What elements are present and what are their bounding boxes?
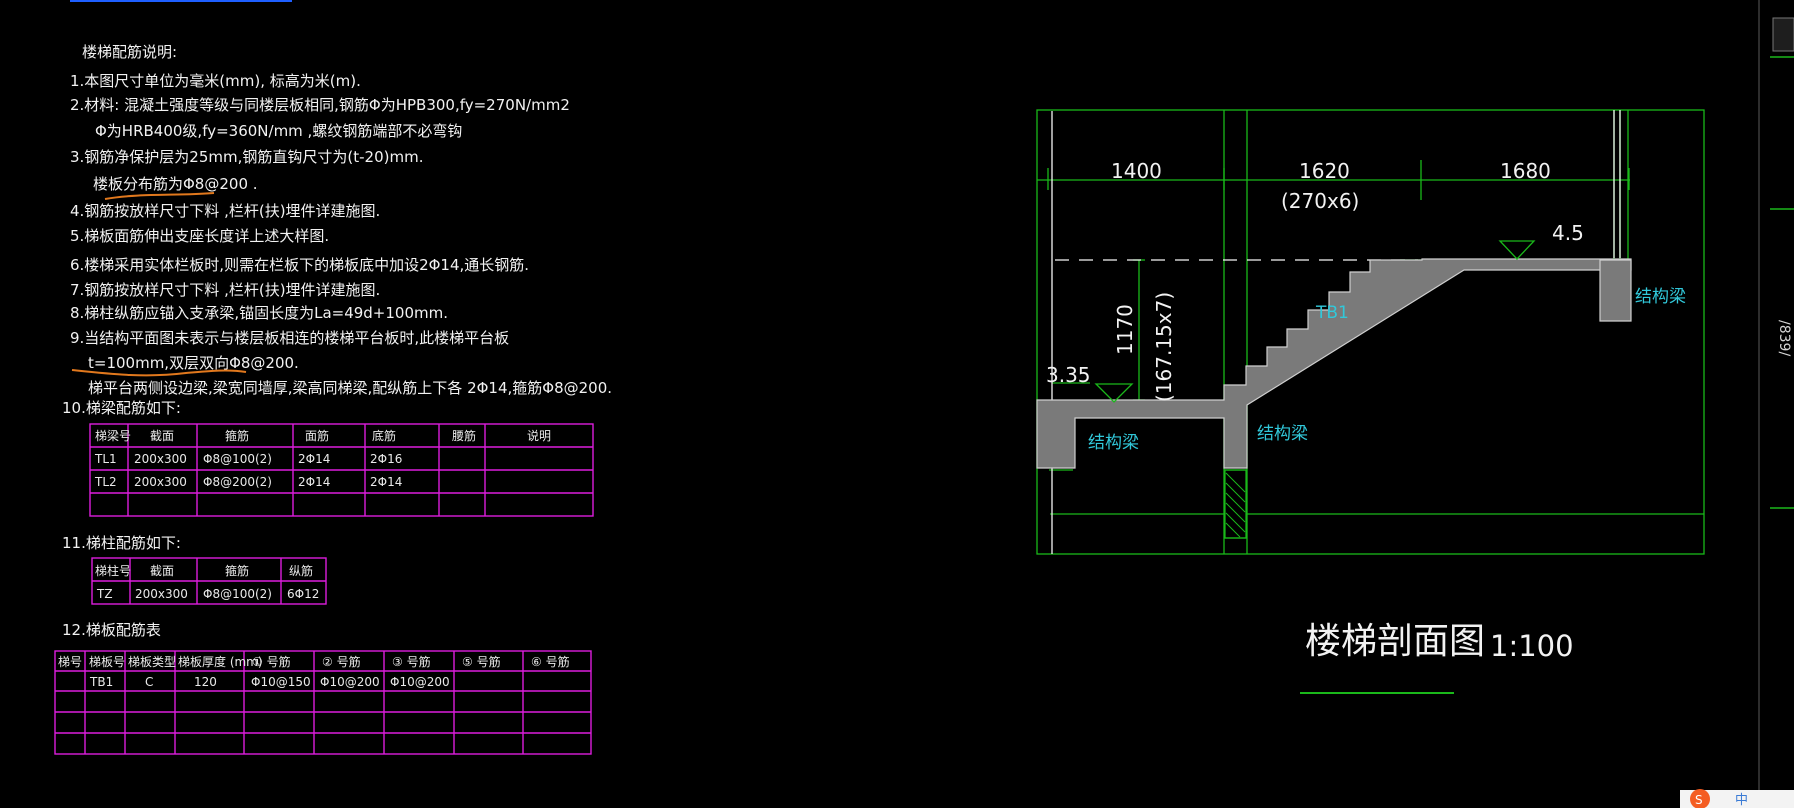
note-line: 9.当结构平面图未表示与楼层板相连的楼梯平台板时,此楼梯平台板 (70, 329, 509, 347)
slab-table-cell: Φ10@150 (251, 675, 311, 689)
beam-table-cell: 2Φ16 (370, 452, 402, 466)
column-table-heading: 11.梯柱配筋如下: (62, 534, 181, 552)
notes-heading: 楼梯配筋说明: (82, 43, 177, 61)
dimension-1680: 1680 (1500, 159, 1551, 183)
beam-table-header: 底筋 (372, 428, 396, 443)
right-scroll-handle[interactable] (1772, 17, 1794, 52)
slab-table-header: ⑤ 号筋 (462, 654, 501, 669)
slab-table-header: 梯号 (58, 655, 82, 669)
beam-table-header: 截面 (150, 429, 174, 443)
note-line: 6.楼梯采用实体栏板时,则需在栏板下的梯板底中加设2Φ14,通长钢筋. (70, 256, 529, 274)
height-spec-label: (167.15x7) (1152, 292, 1176, 402)
column-table-cell: Φ8@100(2) (203, 587, 272, 601)
dimension-1400: 1400 (1111, 159, 1162, 183)
slab-table-header: 梯板号 (89, 655, 125, 669)
column-table-cell: 200x300 (135, 587, 188, 601)
section-scale: 1:100 (1490, 629, 1574, 663)
dimension-1620: 1620 (1299, 159, 1350, 183)
slab-table-header: 梯板厚度 (mm) (178, 654, 263, 669)
section-title: 楼梯剖面图 (1305, 621, 1485, 662)
beam-table-cell: 200x300 (134, 452, 187, 466)
slab-table-header: ③ 号筋 (392, 654, 431, 669)
beam-table-cell: TL1 (94, 452, 117, 466)
beam-table-cell: TL2 (94, 475, 117, 489)
note-line: 5.梯板面筋伸出支座长度详上述大样图. (70, 227, 329, 245)
slab-table-header: ② 号筋 (322, 654, 361, 669)
slab-table-heading: 12.梯板配筋表 (62, 621, 161, 639)
note-line: t=100mm,双层双向Φ8@200. (88, 354, 299, 372)
note-line: 1.本图尺寸单位为毫米(mm), 标高为米(m). (70, 72, 361, 90)
ime-language-text[interactable]: 中 (1735, 793, 1748, 808)
beam-label-middle: 结构梁 (1257, 424, 1308, 444)
beam-table-cell: Φ8@100(2) (203, 452, 272, 466)
beam-label-left: 结构梁 (1088, 433, 1139, 453)
column-table-header: 纵筋 (289, 563, 313, 578)
beam-table-heading: 10.梯梁配筋如下: (62, 399, 181, 417)
slab-table-header: 梯板类型 (128, 655, 176, 669)
beam-table-header: 箍筋 (225, 428, 249, 443)
tb1-label: TB1 (1315, 303, 1349, 323)
note-line: 8.梯柱纵筋应锚入支承梁,锚固长度为La=49d+100mm. (70, 304, 448, 322)
beam-table-header: 梯梁号 (95, 428, 131, 443)
beam-table-header: 腰筋 (452, 428, 476, 443)
note-line: 7.钢筋按放样尺寸下料 ,栏杆(扶)埋件详建施图. (70, 281, 380, 299)
slab-table-cell: Φ10@200 (390, 675, 450, 689)
note-line: 4.钢筋按放样尺寸下料 ,栏杆(扶)埋件详建施图. (70, 202, 380, 220)
note-line: 2.材料: 混凝土强度等级与同楼层板相同,钢筋Φ为HPB300,fy=270N/… (70, 96, 570, 114)
note-line: 楼板分布筋为Φ8@200 . (93, 175, 258, 193)
beam-table-cell: 2Φ14 (298, 452, 330, 466)
note-line: Φ为HRB400级,fy=360N/mm ,螺纹钢筋端部不必弯钩 (95, 122, 462, 140)
cad-drawing-canvas[interactable]: 楼梯配筋说明: 1.本图尺寸单位为毫米(mm), 标高为米(m). 2.材料: … (0, 0, 1794, 808)
right-panel (1768, 0, 1794, 808)
sidebar-label: /839/ (1776, 320, 1792, 356)
beam-table-cell: Φ8@200(2) (203, 475, 272, 489)
slab-table-cell: C (145, 675, 153, 689)
beam-table-cell: 200x300 (134, 475, 187, 489)
column-table-header: 截面 (150, 564, 174, 578)
slab-table-cell: Φ10@200 (320, 675, 380, 689)
ime-logo-text: S (1695, 793, 1703, 807)
upper-elevation: 4.5 (1552, 221, 1584, 245)
beam-table-header: 说明 (527, 428, 551, 443)
slab-table-header: ① 号筋 (252, 654, 291, 669)
note-line: 3.钢筋净保护层为25mm,钢筋直钩尺寸为(t-20)mm. (70, 148, 423, 166)
column-table-cell: 6Φ12 (287, 587, 319, 601)
slab-table-header: ⑥ 号筋 (531, 654, 570, 669)
step-spec-label: (270x6) (1281, 189, 1359, 213)
slab-table-cell: TB1 (89, 675, 113, 689)
beam-table-header: 面筋 (305, 428, 329, 443)
column-table-header: 梯柱号 (95, 563, 131, 578)
lower-elevation: 3.35 (1046, 363, 1091, 387)
slab-table-cell: 120 (194, 675, 217, 689)
column-table-cell: TZ (96, 587, 113, 601)
note-line: 梯平台两侧设边梁,梁宽同墙厚,梁高同梯梁,配纵筋上下各 2Φ14,箍筋Φ8@20… (88, 379, 612, 397)
height-label: 1170 (1113, 304, 1137, 355)
beam-label-right: 结构梁 (1635, 287, 1686, 307)
column-table-header: 箍筋 (225, 563, 249, 578)
beam-table-cell: 2Φ14 (370, 475, 402, 489)
right-beam (1599, 259, 1632, 322)
beam-table-cell: 2Φ14 (298, 475, 330, 489)
